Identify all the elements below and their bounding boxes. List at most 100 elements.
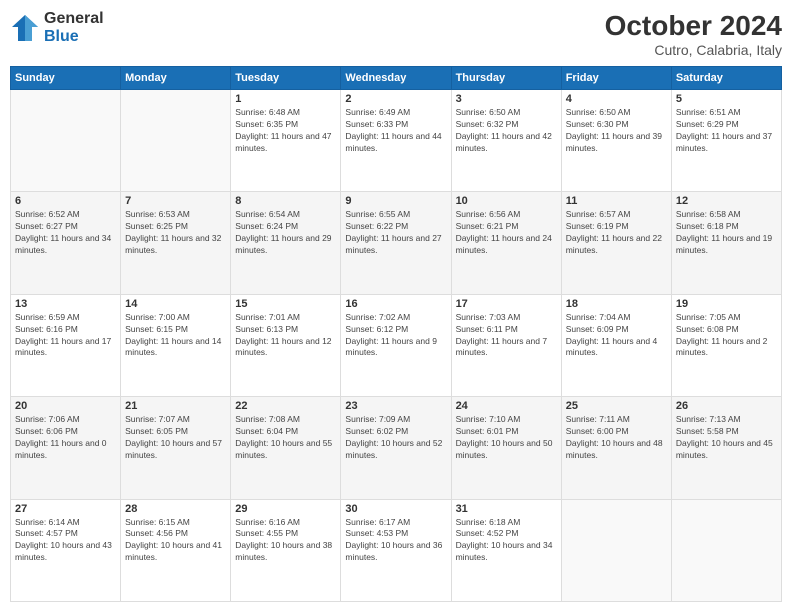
day-number: 19 (676, 298, 777, 310)
calendar-table: Sunday Monday Tuesday Wednesday Thursday… (10, 66, 782, 602)
day-info: Sunrise: 6:50 AM Sunset: 6:30 PM Dayligh… (566, 107, 667, 155)
title-block: October 2024 Cutro, Calabria, Italy (605, 10, 782, 58)
day-number: 12 (676, 195, 777, 207)
day-info: Sunrise: 6:56 AM Sunset: 6:21 PM Dayligh… (456, 209, 557, 257)
day-number: 5 (676, 93, 777, 105)
day-number: 22 (235, 400, 336, 412)
day-number: 29 (235, 503, 336, 515)
week-row-3: 13 Sunrise: 6:59 AM Sunset: 6:16 PM Dayli… (11, 294, 782, 396)
day-cell: 9 Sunrise: 6:55 AM Sunset: 6:22 PM Daylig… (341, 192, 451, 294)
page: General Blue October 2024 Cutro, Calabri… (0, 0, 792, 612)
day-cell (671, 499, 781, 601)
logo-general: General (44, 10, 104, 28)
day-cell: 22 Sunrise: 7:08 AM Sunset: 6:04 PM Dayli… (231, 397, 341, 499)
logo-icon (10, 13, 40, 43)
subtitle: Cutro, Calabria, Italy (605, 42, 782, 58)
day-info: Sunrise: 7:07 AM Sunset: 6:05 PM Dayligh… (125, 414, 226, 462)
day-number: 10 (456, 195, 557, 207)
day-number: 6 (15, 195, 116, 207)
day-cell: 13 Sunrise: 6:59 AM Sunset: 6:16 PM Dayli… (11, 294, 121, 396)
col-tuesday: Tuesday (231, 67, 341, 90)
day-cell: 6 Sunrise: 6:52 AM Sunset: 6:27 PM Daylig… (11, 192, 121, 294)
day-cell: 19Sunrise: 7:05 AM Sunset: 6:08 PM Dayli… (671, 294, 781, 396)
day-cell: 23 Sunrise: 7:09 AM Sunset: 6:02 PM Dayli… (341, 397, 451, 499)
day-cell: 17 Sunrise: 7:03 AM Sunset: 6:11 PM Dayli… (451, 294, 561, 396)
day-cell: 29Sunrise: 6:16 AM Sunset: 4:55 PM Dayli… (231, 499, 341, 601)
day-info: Sunrise: 7:13 AM Sunset: 5:58 PM Dayligh… (676, 414, 777, 462)
day-cell: 10 Sunrise: 6:56 AM Sunset: 6:21 PM Dayli… (451, 192, 561, 294)
day-number: 21 (125, 400, 226, 412)
day-cell: 30 Sunrise: 6:17 AM Sunset: 4:53 PM Dayli… (341, 499, 451, 601)
day-cell (11, 90, 121, 192)
logo: General Blue (10, 10, 104, 45)
day-number: 24 (456, 400, 557, 412)
day-number: 1 (235, 93, 336, 105)
day-number: 27 (15, 503, 116, 515)
day-cell: 4 Sunrise: 6:50 AM Sunset: 6:30 PM Daylig… (561, 90, 671, 192)
day-cell: 8 Sunrise: 6:54 AM Sunset: 6:24 PM Daylig… (231, 192, 341, 294)
col-thursday: Thursday (451, 67, 561, 90)
day-info: Sunrise: 6:17 AM Sunset: 4:53 PM Dayligh… (345, 517, 446, 565)
day-info: Sunrise: 7:10 AM Sunset: 6:01 PM Dayligh… (456, 414, 557, 462)
day-cell: 25Sunrise: 7:11 AM Sunset: 6:00 PM Dayli… (561, 397, 671, 499)
day-info: Sunrise: 7:08 AM Sunset: 6:04 PM Dayligh… (235, 414, 336, 462)
week-row-4: 20 Sunrise: 7:06 AM Sunset: 6:06 PM Dayli… (11, 397, 782, 499)
day-cell (561, 499, 671, 601)
day-number: 2 (345, 93, 446, 105)
day-number: 16 (345, 298, 446, 310)
logo-blue: Blue (44, 28, 104, 46)
day-cell: 5Sunrise: 6:51 AM Sunset: 6:29 PM Daylig… (671, 90, 781, 192)
day-cell: 28Sunrise: 6:15 AM Sunset: 4:56 PM Dayli… (121, 499, 231, 601)
day-cell: 31 Sunrise: 6:18 AM Sunset: 4:52 PM Dayli… (451, 499, 561, 601)
header: General Blue October 2024 Cutro, Calabri… (10, 10, 782, 58)
day-info: Sunrise: 6:49 AM Sunset: 6:33 PM Dayligh… (345, 107, 446, 155)
day-cell: 7 Sunrise: 6:53 AM Sunset: 6:25 PM Daylig… (121, 192, 231, 294)
day-number: 31 (456, 503, 557, 515)
day-info: Sunrise: 7:03 AM Sunset: 6:11 PM Dayligh… (456, 312, 557, 360)
col-saturday: Saturday (671, 67, 781, 90)
col-friday: Friday (561, 67, 671, 90)
col-monday: Monday (121, 67, 231, 90)
day-number: 23 (345, 400, 446, 412)
day-number: 26 (676, 400, 777, 412)
day-cell: 16 Sunrise: 7:02 AM Sunset: 6:12 PM Dayli… (341, 294, 451, 396)
day-info: Sunrise: 7:02 AM Sunset: 6:12 PM Dayligh… (345, 312, 446, 360)
day-info: Sunrise: 7:06 AM Sunset: 6:06 PM Dayligh… (15, 414, 116, 462)
day-info: Sunrise: 6:52 AM Sunset: 6:27 PM Dayligh… (15, 209, 116, 257)
day-number: 15 (235, 298, 336, 310)
day-info: Sunrise: 6:54 AM Sunset: 6:24 PM Dayligh… (235, 209, 336, 257)
day-info: Sunrise: 6:50 AM Sunset: 6:32 PM Dayligh… (456, 107, 557, 155)
day-info: Sunrise: 7:00 AM Sunset: 6:15 PM Dayligh… (125, 312, 226, 360)
day-number: 11 (566, 195, 667, 207)
day-info: Sunrise: 6:58 AM Sunset: 6:18 PM Dayligh… (676, 209, 777, 257)
day-number: 13 (15, 298, 116, 310)
day-cell: 15 Sunrise: 7:01 AM Sunset: 6:13 PM Dayli… (231, 294, 341, 396)
day-number: 7 (125, 195, 226, 207)
week-row-5: 27Sunrise: 6:14 AM Sunset: 4:57 PM Dayli… (11, 499, 782, 601)
day-info: Sunrise: 7:11 AM Sunset: 6:00 PM Dayligh… (566, 414, 667, 462)
day-cell: 2 Sunrise: 6:49 AM Sunset: 6:33 PM Daylig… (341, 90, 451, 192)
day-number: 17 (456, 298, 557, 310)
day-info: Sunrise: 7:09 AM Sunset: 6:02 PM Dayligh… (345, 414, 446, 462)
col-wednesday: Wednesday (341, 67, 451, 90)
day-info: Sunrise: 7:04 AM Sunset: 6:09 PM Dayligh… (566, 312, 667, 360)
day-number: 9 (345, 195, 446, 207)
day-cell: 11 Sunrise: 6:57 AM Sunset: 6:19 PM Dayli… (561, 192, 671, 294)
day-info: Sunrise: 6:53 AM Sunset: 6:25 PM Dayligh… (125, 209, 226, 257)
day-info: Sunrise: 7:01 AM Sunset: 6:13 PM Dayligh… (235, 312, 336, 360)
day-cell: 14Sunrise: 7:00 AM Sunset: 6:15 PM Dayli… (121, 294, 231, 396)
day-cell (121, 90, 231, 192)
day-info: Sunrise: 6:55 AM Sunset: 6:22 PM Dayligh… (345, 209, 446, 257)
day-number: 30 (345, 503, 446, 515)
day-number: 4 (566, 93, 667, 105)
day-info: Sunrise: 6:57 AM Sunset: 6:19 PM Dayligh… (566, 209, 667, 257)
day-number: 20 (15, 400, 116, 412)
day-info: Sunrise: 6:48 AM Sunset: 6:35 PM Dayligh… (235, 107, 336, 155)
day-info: Sunrise: 6:18 AM Sunset: 4:52 PM Dayligh… (456, 517, 557, 565)
day-info: Sunrise: 6:59 AM Sunset: 6:16 PM Dayligh… (15, 312, 116, 360)
day-number: 8 (235, 195, 336, 207)
day-number: 18 (566, 298, 667, 310)
col-sunday: Sunday (11, 67, 121, 90)
day-cell: 18 Sunrise: 7:04 AM Sunset: 6:09 PM Dayli… (561, 294, 671, 396)
day-cell: 1 Sunrise: 6:48 AM Sunset: 6:35 PM Daylig… (231, 90, 341, 192)
